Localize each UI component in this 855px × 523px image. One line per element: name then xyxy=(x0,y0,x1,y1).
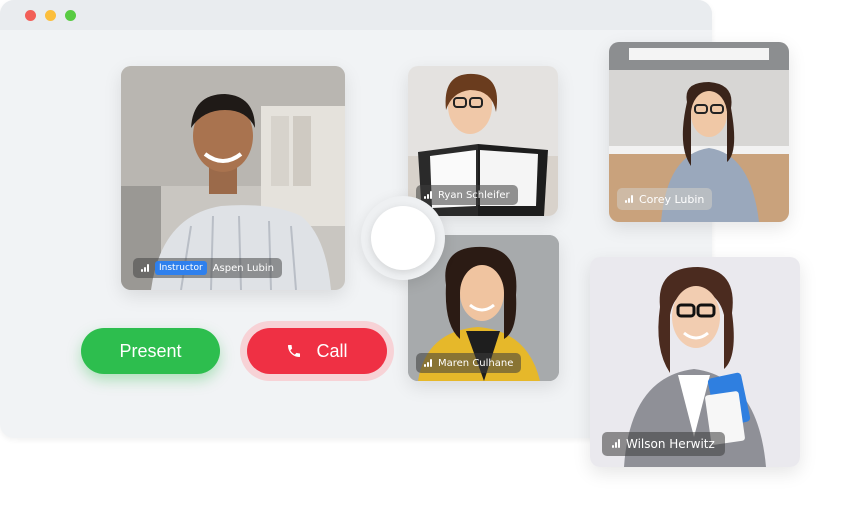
participant-name-tag: Wilson Herwitz xyxy=(602,432,725,456)
video-tile-aspen[interactable]: Instructor Aspen Lubin xyxy=(121,66,345,290)
call-button-label: Call xyxy=(316,340,348,361)
signal-bars-icon xyxy=(141,264,149,272)
center-control-knob[interactable] xyxy=(371,206,435,270)
participant-name-tag: Corey Lubin xyxy=(617,188,713,210)
participant-name: Maren Culhane xyxy=(438,357,514,369)
title-bar xyxy=(0,0,712,30)
signal-bars-icon xyxy=(424,359,432,367)
video-tile-wilson[interactable]: Wilson Herwitz xyxy=(590,257,800,467)
center-control-ring xyxy=(361,196,445,280)
present-button[interactable]: Present xyxy=(81,328,220,374)
video-tile-ryan[interactable]: Ryan Schleifer xyxy=(408,66,558,216)
participant-name: Ryan Schleifer xyxy=(438,189,510,201)
minimize-window-dot[interactable] xyxy=(45,10,56,21)
participant-photo xyxy=(121,66,345,290)
participant-name-tag: Ryan Schleifer xyxy=(416,185,518,205)
video-tile-corey[interactable]: Corey Lubin xyxy=(609,42,789,222)
call-button[interactable]: Call xyxy=(247,328,387,374)
participant-name: Wilson Herwitz xyxy=(626,437,715,451)
maximize-window-dot[interactable] xyxy=(65,10,76,21)
instructor-badge: Instructor xyxy=(155,261,207,275)
signal-bars-icon xyxy=(424,191,432,199)
participant-name: Aspen Lubin xyxy=(212,262,274,274)
signal-bars-icon xyxy=(625,195,633,203)
participant-name-tag: Instructor Aspen Lubin xyxy=(133,258,282,278)
participant-name: Corey Lubin xyxy=(639,192,705,206)
close-window-dot[interactable] xyxy=(25,10,36,21)
signal-bars-icon xyxy=(612,439,620,448)
phone-icon xyxy=(288,345,301,357)
participant-name-tag: Maren Culhane xyxy=(416,353,522,373)
